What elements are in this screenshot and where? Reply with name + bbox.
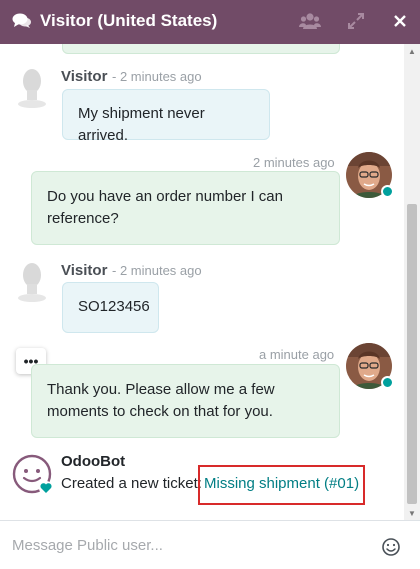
scroll-down-arrow-icon[interactable]: ▼ [404,506,420,520]
message-author: Visitor [61,262,108,279]
previous-message-bubble [62,44,340,54]
agent-avatar [346,152,394,198]
close-icon[interactable] [388,10,412,32]
message-input[interactable] [0,529,370,561]
message-timestamp: - 2 minutes ago [112,69,202,84]
odoobot-name: OdooBot [61,453,126,470]
scrollbar-thumb[interactable] [407,204,417,504]
message-text-line: Thank you. Please allow me a few [47,381,275,398]
agent-message-bubble: Do you have an order number I can refere… [31,171,340,245]
users-icon[interactable] [298,10,322,32]
message-timestamp: - 2 minutes ago [112,263,202,278]
emoji-icon[interactable] [380,536,402,558]
message-author: Visitor [61,68,108,85]
odoobot-message: Created a new ticket: [61,475,202,492]
thread-scrollbar[interactable]: ▲ ▼ [404,44,420,520]
scroll-up-arrow-icon[interactable]: ▲ [404,44,420,58]
message-text: SO123456 [78,298,150,315]
visitor-avatar [17,262,47,302]
chat-window-header: Visitor (United States) [0,0,420,44]
visitor-avatar [17,68,47,108]
message-text-line: Do you have an order number I can [47,188,283,205]
visitor-message-bubble: My shipment never arrived. [62,89,270,144]
ticket-link[interactable]: Missing shipment (#01) [198,465,365,505]
online-status-dot [381,376,394,389]
message-text: My shipment never arrived. [78,105,205,144]
visitor-message-bubble: SO123456 [62,282,159,333]
odoobot-avatar [12,454,54,496]
message-composer [0,520,420,569]
chat-window-title: Visitor (United States) [40,11,218,30]
agent-avatar [346,343,394,389]
agent-message-bubble: Thank you. Please allow me a few moments… [31,364,340,438]
message-thread[interactable]: Visitor - 2 minutes ago My shipment neve… [0,44,404,520]
expand-icon[interactable] [344,10,368,32]
message-timestamp: a minute ago [259,347,335,362]
message-timestamp: 2 minutes ago [253,155,335,170]
message-text-line: moments to check on that for you. [47,403,273,420]
message-text-line: reference? [47,210,119,227]
online-status-dot [381,185,394,198]
chat-bubbles-icon [12,12,32,30]
